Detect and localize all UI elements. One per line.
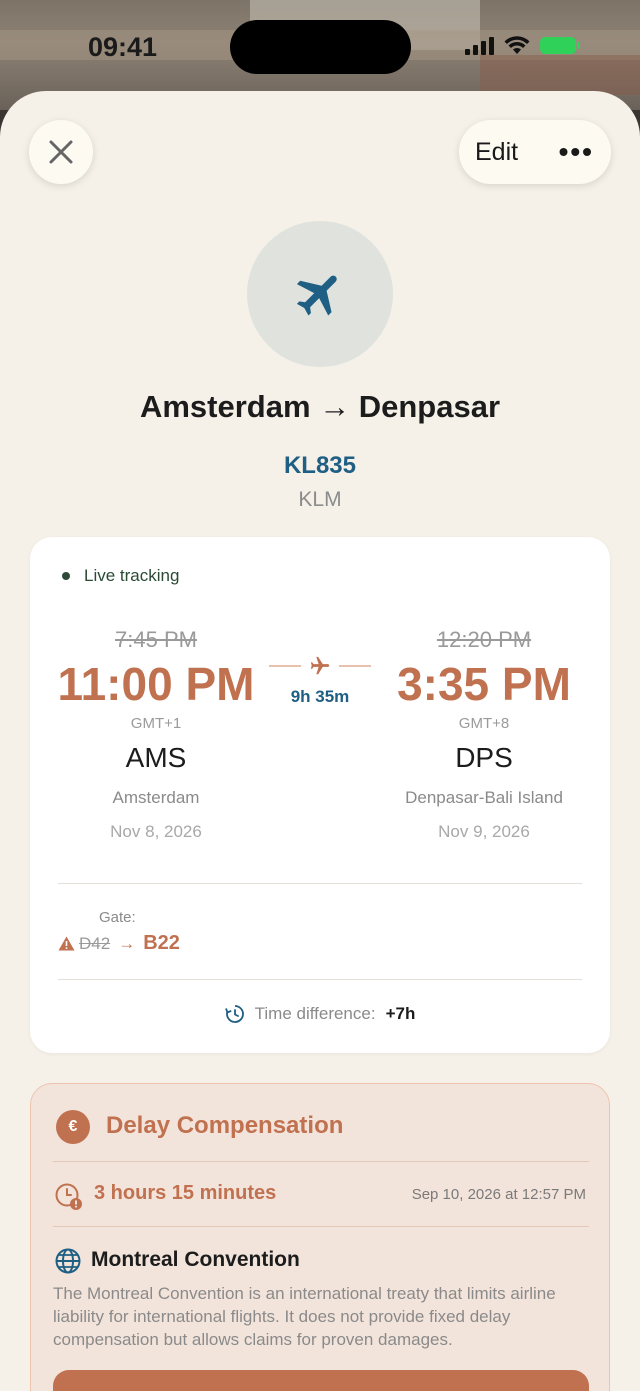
globe-icon	[55, 1248, 81, 1274]
departure-city: Amsterdam	[112, 788, 200, 807]
flight-detail-sheet: Edit ••• Amsterdam → Denpasar KL835 KLM …	[0, 91, 640, 1391]
compensation-action-button[interactable]	[53, 1370, 589, 1391]
flight-tracking-card: Live tracking 7:45 PM 11:00 PM GMT+1 AMS…	[30, 537, 610, 1053]
status-bar: 09:41	[0, 0, 640, 90]
edit-menu-pill: Edit •••	[459, 120, 611, 184]
battery-icon	[540, 37, 580, 54]
delay-duration: 3 hours 15 minutes	[94, 1182, 277, 1204]
gate-new: B22	[143, 932, 180, 954]
delay-timestamp: Sep 10, 2026 at 12:57 PM	[411, 1186, 586, 1203]
convention-title: Montreal Convention	[91, 1248, 300, 1271]
clock-alert-icon	[55, 1183, 82, 1210]
departure-airport-code: AMS	[125, 742, 187, 773]
route-title: Amsterdam → Denpasar	[139, 389, 501, 424]
wifi-icon	[504, 36, 530, 54]
time-difference-label: Time difference:	[254, 1004, 376, 1023]
arrival-date: Nov 9, 2026	[438, 822, 530, 841]
airplane-avatar	[247, 221, 393, 367]
airplane-small-icon	[310, 656, 330, 675]
time-difference: Time difference: +7h	[30, 1004, 610, 1024]
arrival-scheduled-time: 12:20 PM	[436, 627, 532, 652]
more-options-icon[interactable]: •••	[559, 136, 594, 168]
divider	[53, 1226, 589, 1227]
arrival-airport-code: DPS	[455, 742, 513, 773]
status-icons	[465, 36, 580, 55]
edit-button[interactable]: Edit	[475, 138, 518, 167]
divider	[58, 979, 582, 980]
time-difference-value: +7h	[385, 1004, 416, 1023]
compensation-title: Delay Compensation	[106, 1112, 344, 1139]
live-dot-icon	[62, 572, 70, 580]
convention-description: The Montreal Convention is an internatio…	[53, 1284, 556, 1349]
airline-name: KLM	[298, 488, 342, 511]
duration-label: 9h 35m	[290, 687, 350, 706]
live-tracking-label: Live tracking	[84, 566, 180, 585]
arrival-timezone: GMT+8	[458, 715, 510, 732]
arrival-actual-time: 3:35 PM	[397, 658, 571, 710]
arrival-column: 12:20 PM 3:35 PM GMT+8 DPS Denpasar-Bali…	[384, 627, 584, 842]
warning-icon	[58, 936, 75, 951]
divider	[53, 1161, 589, 1162]
delay-compensation-card: € Delay Compensation 3 hours 15 minutes …	[30, 1083, 610, 1391]
status-time: 09:41	[88, 32, 158, 62]
departure-actual-time: 11:00 PM	[57, 658, 255, 710]
close-button[interactable]	[29, 120, 93, 184]
dynamic-island	[230, 20, 411, 74]
signal-icon	[465, 36, 494, 55]
gate-change: D42 → B22	[58, 932, 180, 955]
time-cycle-icon	[224, 1005, 244, 1023]
arrival-city: Denpasar-Bali Island	[405, 788, 563, 807]
close-icon	[49, 140, 73, 164]
departure-date: Nov 8, 2026	[110, 822, 202, 841]
live-tracking-indicator: Live tracking	[62, 566, 179, 586]
departure-scheduled-time: 7:45 PM	[115, 627, 197, 652]
divider	[58, 883, 582, 884]
flight-number[interactable]: KL835	[0, 452, 640, 480]
gate-old: D42	[79, 933, 111, 953]
departure-timezone: GMT+1	[130, 715, 182, 732]
airplane-icon	[296, 275, 337, 316]
euro-icon: €	[56, 1110, 90, 1144]
gate-arrow-icon: →	[118, 933, 136, 953]
gate-label: Gate:	[99, 909, 136, 926]
flight-duration: 9h 35m	[264, 655, 376, 707]
departure-column: 7:45 PM 11:00 PM GMT+1 AMS Amsterdam Nov…	[56, 627, 256, 842]
